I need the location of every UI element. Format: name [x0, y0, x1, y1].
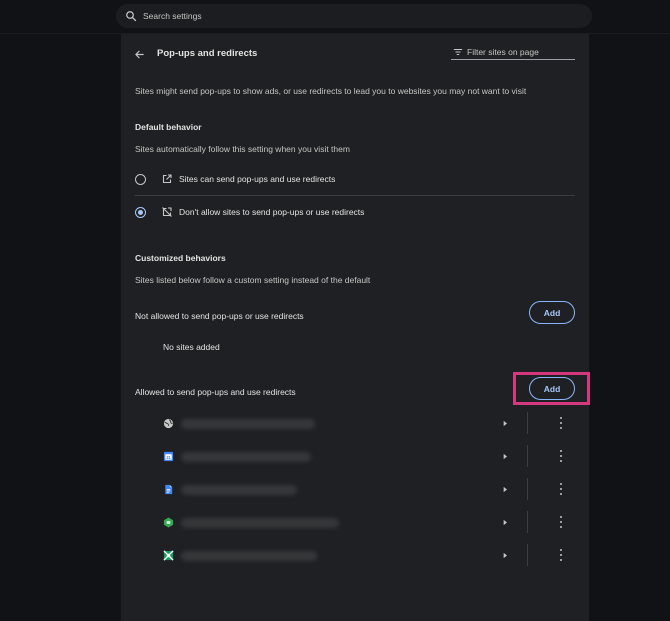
back-button[interactable] [131, 46, 147, 62]
radio-button[interactable] [135, 173, 146, 185]
add-not-allowed-button[interactable]: Add [529, 301, 575, 324]
chevron-right-icon[interactable] [501, 551, 509, 560]
search-placeholder: Search settings [143, 11, 202, 21]
radio-button-selected[interactable] [135, 206, 146, 218]
sheets-icon [163, 550, 174, 561]
filter-sites-input[interactable]: Filter sites on page [451, 45, 575, 60]
divider [527, 445, 528, 467]
site-row[interactable] [135, 506, 575, 539]
blurred-site-url [181, 551, 317, 561]
default-behavior-heading: Default behavior [135, 122, 202, 132]
popup-blocked-icon [162, 207, 172, 217]
more-actions-icon[interactable] [555, 450, 567, 462]
site-row[interactable] [135, 407, 575, 440]
blurred-site-url [181, 452, 311, 462]
site-row[interactable]: 31 [135, 440, 575, 473]
default-behavior-subtext: Sites automatically follow this setting … [135, 144, 350, 154]
divider [135, 195, 575, 196]
page-header: Pop-ups and redirects Filter sites on pa… [121, 34, 589, 74]
chevron-right-icon[interactable] [501, 518, 509, 527]
divider [527, 544, 528, 566]
divider [527, 478, 528, 500]
green-app-icon [163, 517, 174, 528]
arrow-left-icon [134, 50, 144, 58]
divider [527, 511, 528, 533]
radio-option-block[interactable]: Don't allow sites to send pop-ups or use… [135, 197, 575, 227]
radio-label: Sites can send pop-ups and use redirects [179, 174, 336, 184]
more-actions-icon[interactable] [555, 417, 567, 429]
filter-placeholder: Filter sites on page [467, 47, 539, 57]
radio-option-allow[interactable]: Sites can send pop-ups and use redirects [135, 164, 575, 194]
more-actions-icon[interactable] [555, 483, 567, 495]
open-in-new-icon [162, 174, 172, 184]
blurred-site-url [181, 485, 297, 495]
chevron-right-icon[interactable] [501, 452, 509, 461]
settings-panel: Pop-ups and redirects Filter sites on pa… [121, 34, 590, 621]
search-icon [126, 11, 137, 22]
calendar-icon: 31 [163, 451, 174, 462]
radio-label: Don't allow sites to send pop-ups or use… [179, 207, 365, 217]
more-actions-icon[interactable] [555, 549, 567, 561]
filter-icon [453, 48, 463, 56]
site-row[interactable] [135, 473, 575, 506]
not-allowed-label: Not allowed to send pop-ups or use redir… [135, 311, 304, 321]
chevron-right-icon[interactable] [501, 485, 509, 494]
customized-behaviors-heading: Customized behaviors [135, 253, 226, 263]
highlight-box [513, 372, 590, 405]
blurred-site-url [181, 419, 315, 429]
page-description: Sites might send pop-ups to show ads, or… [135, 86, 527, 96]
search-input[interactable]: Search settings [116, 4, 592, 28]
page-title: Pop-ups and redirects [157, 48, 258, 59]
customized-behaviors-subtext: Sites listed below follow a custom setti… [135, 275, 371, 285]
site-row[interactable] [135, 539, 575, 572]
svg-text:31: 31 [166, 455, 171, 460]
more-actions-icon[interactable] [555, 516, 567, 528]
no-sites-text: No sites added [163, 342, 220, 352]
allowed-label: Allowed to send pop-ups and use redirect… [135, 387, 296, 397]
chevron-right-icon[interactable] [501, 419, 509, 428]
globe-icon [163, 418, 174, 429]
top-bar: Search settings [0, 0, 670, 34]
blurred-site-url [181, 518, 339, 528]
docs-icon [165, 484, 173, 495]
divider [527, 412, 528, 434]
